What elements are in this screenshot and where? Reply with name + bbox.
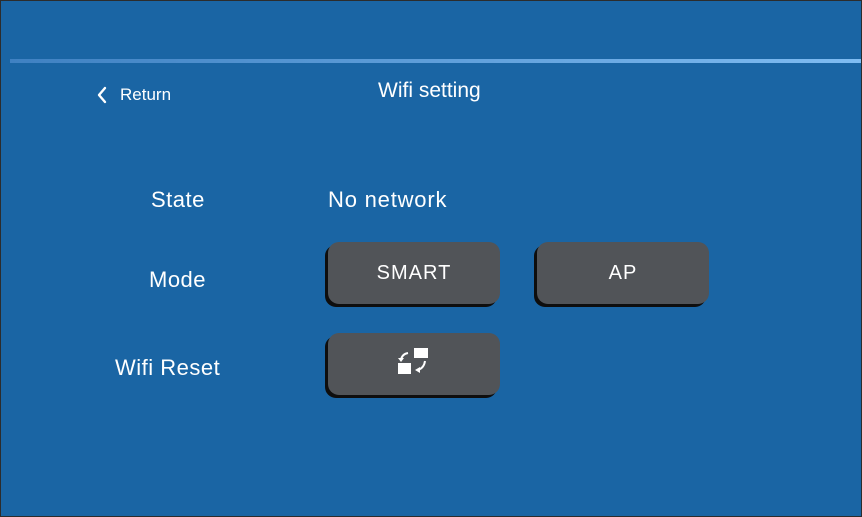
mode-label: Mode xyxy=(149,267,207,292)
wifi-setting-screen: Return Wifi setting State No network Mod… xyxy=(0,0,862,517)
page-title: Wifi setting xyxy=(378,79,481,102)
wifi-reset-button[interactable] xyxy=(328,333,500,395)
wifi-reset-label: Wifi Reset xyxy=(115,355,221,380)
header-divider xyxy=(10,59,861,63)
mode-smart-label: SMART xyxy=(376,261,452,284)
return-label: Return xyxy=(120,85,172,104)
state-value: No network xyxy=(328,187,448,212)
mode-ap-button[interactable]: AP xyxy=(537,242,709,304)
reset-icon xyxy=(394,346,434,382)
mode-smart-button[interactable]: SMART xyxy=(328,242,500,304)
return-button[interactable]: Return xyxy=(96,81,171,109)
mode-ap-label: AP xyxy=(608,261,638,284)
chevron-left-icon xyxy=(96,86,108,104)
state-label: State xyxy=(151,187,205,212)
